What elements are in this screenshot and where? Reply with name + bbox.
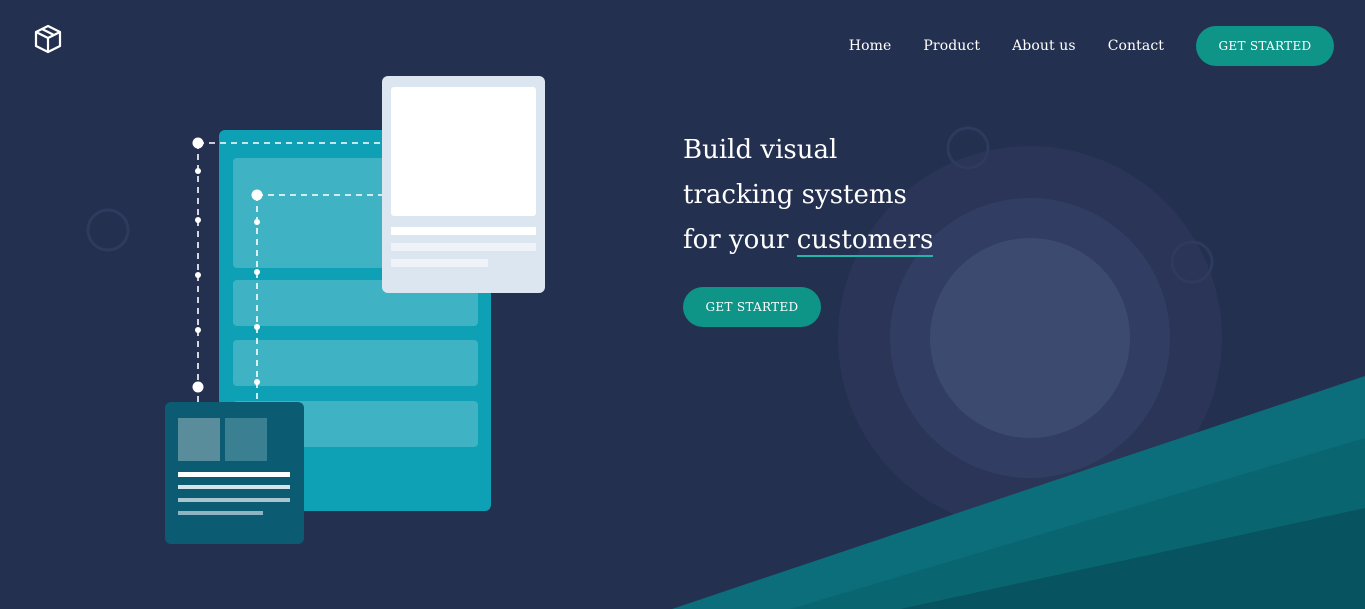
tracker-dot — [254, 219, 260, 225]
hero-highlight-word: customers — [796, 225, 934, 257]
hero-line-2: tracking systems — [683, 180, 907, 210]
light-card-line — [391, 243, 536, 251]
header-get-started-button[interactable]: GET STARTED — [1196, 26, 1334, 66]
landing-page: Home Product About us Contact GET STARTE… — [0, 0, 1365, 609]
tracker-node — [192, 381, 204, 393]
nav-about-link[interactable]: About us — [1012, 38, 1076, 54]
tracker-dot — [195, 168, 201, 174]
dark-card-line — [178, 485, 290, 489]
dark-card-thumb — [225, 418, 267, 461]
hero-line-1: Build visual — [683, 135, 838, 165]
tracker-dot — [254, 269, 260, 275]
main-nav: Home Product About us Contact GET STARTE… — [849, 26, 1334, 66]
hero-line-3: for your customers — [683, 218, 934, 263]
light-card-image — [391, 87, 536, 216]
panel-block — [233, 340, 478, 386]
hero-line-3-prefix: for your — [683, 225, 797, 255]
tracker-dot — [254, 324, 260, 330]
tracker-dot — [195, 272, 201, 278]
tracker-node — [251, 189, 263, 201]
bg-circle-inner — [930, 238, 1130, 438]
nav-home-link[interactable]: Home — [849, 38, 892, 54]
dark-card-line — [178, 498, 290, 502]
dark-card-line — [178, 472, 290, 477]
light-card-line — [391, 259, 488, 267]
tracker-node — [192, 137, 204, 149]
light-card-line — [391, 227, 536, 235]
nav-product-link[interactable]: Product — [923, 38, 980, 54]
tracker-dot — [254, 379, 260, 385]
bg-ring — [86, 208, 130, 252]
dark-card-thumb — [178, 418, 220, 461]
hero-get-started-button[interactable]: GET STARTED — [683, 287, 821, 327]
nav-contact-link[interactable]: Contact — [1108, 38, 1164, 54]
hero-title: Build visual tracking systems for your c… — [683, 128, 934, 263]
tracker-dot — [195, 327, 201, 333]
logo-box-icon[interactable] — [33, 24, 63, 54]
tracking-illustration — [165, 76, 545, 544]
tracker-dot — [195, 217, 201, 223]
dark-card-line — [178, 511, 263, 515]
